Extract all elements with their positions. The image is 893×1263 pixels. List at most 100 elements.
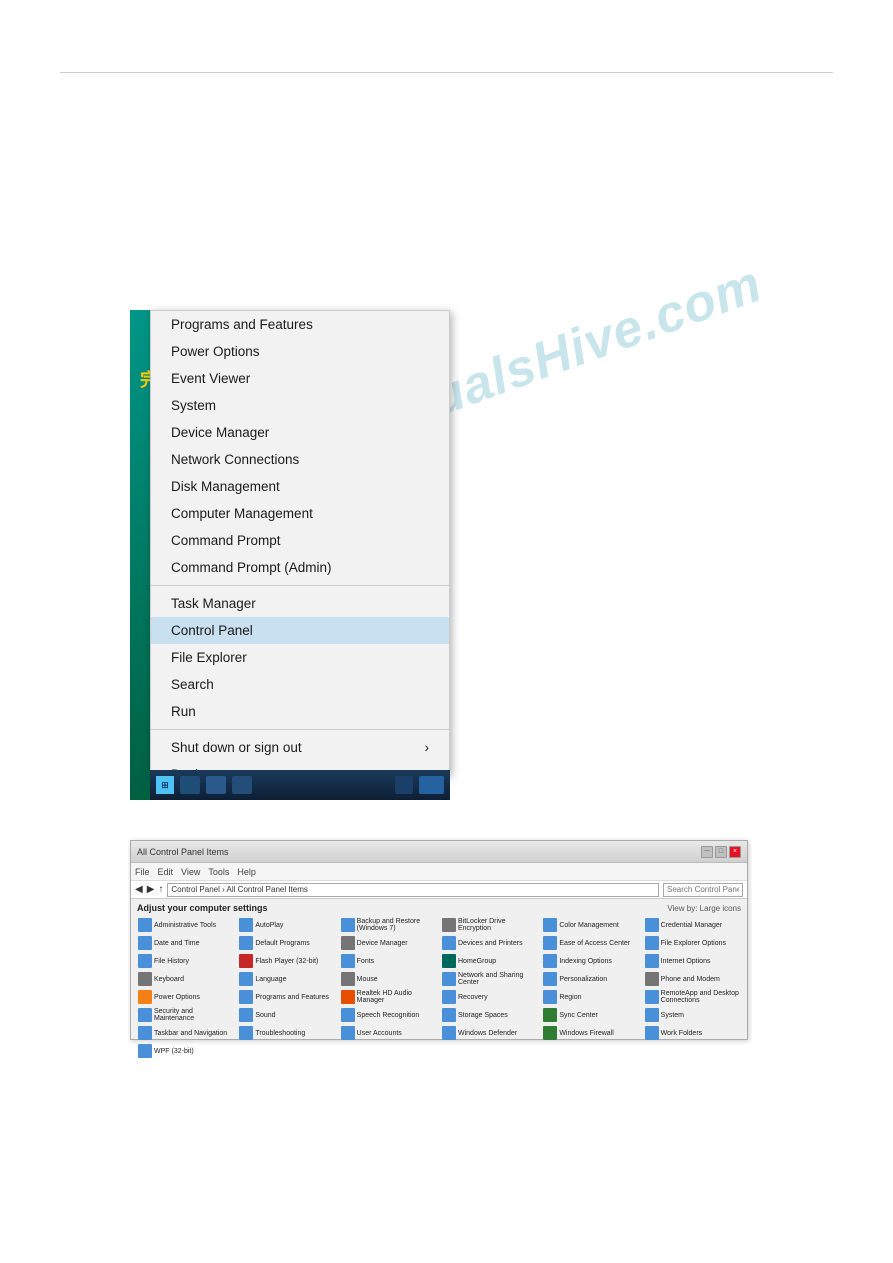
menu-item-search[interactable]: Search — [151, 671, 449, 698]
cp-item-realtek[interactable]: Realtek HD Audio Manager — [340, 989, 437, 1005]
cp-item-region[interactable]: Region — [542, 989, 639, 1005]
cp-item-credential[interactable]: Credential Manager — [644, 917, 741, 933]
cp-item-recovery[interactable]: Recovery — [441, 989, 538, 1005]
menu-item-event-viewer[interactable]: Event Viewer — [151, 365, 449, 392]
menu-item-task-manager[interactable]: Task Manager — [151, 590, 449, 617]
cp-item-admin-tools[interactable]: Administrative Tools — [137, 917, 234, 933]
bitlocker-icon — [442, 918, 456, 932]
cp-item-programs-features[interactable]: Programs and Features — [238, 989, 335, 1005]
cp-item-language[interactable]: Language — [238, 971, 335, 987]
menu-item-programs-features[interactable]: Programs and Features — [151, 311, 449, 338]
menu-view[interactable]: View — [181, 867, 200, 877]
cp-item-storage[interactable]: Storage Spaces — [441, 1007, 538, 1023]
address-field[interactable] — [167, 883, 659, 897]
recovery-icon — [442, 990, 456, 1004]
cp-item-internet-opts[interactable]: Internet Options — [644, 953, 741, 969]
cp-item-devices-printers[interactable]: Devices and Printers — [441, 935, 538, 951]
cp-item-user-accounts[interactable]: User Accounts — [340, 1025, 437, 1041]
cp-item-work-folders[interactable]: Work Folders — [644, 1025, 741, 1041]
devices-printers-icon — [442, 936, 456, 950]
cp-item-autoplay[interactable]: AutoPlay — [238, 917, 335, 933]
cp-titlebar: All Control Panel Items ─ □ × — [131, 841, 747, 863]
close-button[interactable]: × — [729, 846, 741, 858]
menu-item-control-panel[interactable]: Control Panel — [151, 617, 449, 644]
menu-item-network-connections[interactable]: Network Connections — [151, 446, 449, 473]
cp-item-system[interactable]: System — [644, 1007, 741, 1023]
cp-item-network-sharing[interactable]: Network and Sharing Center — [441, 971, 538, 987]
cp-item-flash[interactable]: Flash Player (32-bit) — [238, 953, 335, 969]
taskbar-icon-1[interactable] — [180, 776, 200, 794]
cp-item-speech[interactable]: Speech Recognition — [340, 1007, 437, 1023]
datetime-icon — [138, 936, 152, 950]
cp-item-power-options[interactable]: Power Options — [137, 989, 234, 1005]
menu-item-disk-management[interactable]: Disk Management — [151, 473, 449, 500]
cp-item-datetime[interactable]: Date and Time — [137, 935, 234, 951]
cp-item-security[interactable]: Security and Maintenance — [137, 1007, 234, 1023]
taskbar-nav-icon — [138, 1026, 152, 1040]
cp-item-file-explorer-opts[interactable]: File Explorer Options — [644, 935, 741, 951]
indexing-icon — [543, 954, 557, 968]
personalization-icon — [543, 972, 557, 986]
work-folders-icon — [645, 1026, 659, 1040]
menu-item-command-prompt-admin[interactable]: Command Prompt (Admin) — [151, 554, 449, 581]
cp-item-indexing[interactable]: Indexing Options — [542, 953, 639, 969]
menu-tools[interactable]: Tools — [208, 867, 229, 877]
start-button[interactable]: ⊞ — [156, 776, 174, 794]
search-field[interactable] — [663, 883, 743, 897]
cp-item-default-programs[interactable]: Default Programs — [238, 935, 335, 951]
taskbar-icon-5[interactable] — [419, 776, 444, 794]
menu-edit[interactable]: Edit — [158, 867, 174, 877]
up-btn[interactable]: ↑ — [158, 884, 163, 895]
taskbar-icon-3[interactable] — [232, 776, 252, 794]
menu-item-file-explorer[interactable]: File Explorer — [151, 644, 449, 671]
maximize-button[interactable]: □ — [715, 846, 727, 858]
menu-help[interactable]: Help — [237, 867, 256, 877]
menu-item-computer-management[interactable]: Computer Management — [151, 500, 449, 527]
windows-firewall-icon — [543, 1026, 557, 1040]
cp-item-troubleshoot[interactable]: Troubleshooting — [238, 1025, 335, 1041]
wpf-icon — [138, 1044, 152, 1058]
cp-item-mouse[interactable]: Mouse — [340, 971, 437, 987]
cp-item-file-history[interactable]: File History — [137, 953, 234, 969]
cp-item-phone-modem[interactable]: Phone and Modem — [644, 971, 741, 987]
cp-item-ease-access[interactable]: Ease of Access Center — [542, 935, 639, 951]
cp-item-personalization[interactable]: Personalization — [542, 971, 639, 987]
menu-item-system[interactable]: System — [151, 392, 449, 419]
windows-defender-icon — [442, 1026, 456, 1040]
cp-item-sound[interactable]: Sound — [238, 1007, 335, 1023]
cp-window-controls: ─ □ × — [701, 846, 741, 858]
cp-item-wpf[interactable]: WPF (32-bit) — [137, 1043, 234, 1059]
credential-icon — [645, 918, 659, 932]
cp-item-fonts[interactable]: Fonts — [340, 953, 437, 969]
cp-item-sync[interactable]: Sync Center — [542, 1007, 639, 1023]
context-menu: Programs and Features Power Options Even… — [150, 310, 450, 775]
cp-item-windows-firewall[interactable]: Windows Firewall — [542, 1025, 639, 1041]
menu-item-device-manager[interactable]: Device Manager — [151, 419, 449, 446]
cp-item-backup[interactable]: Backup and Restore (Windows 7) — [340, 917, 437, 933]
cp-item-taskbar-nav[interactable]: Taskbar and Navigation — [137, 1025, 234, 1041]
color-mgmt-icon — [543, 918, 557, 932]
taskbar-icon-4[interactable] — [395, 776, 413, 794]
menu-item-shutdown[interactable]: Shut down or sign out › — [151, 734, 449, 761]
cp-item-keyboard[interactable]: Keyboard — [137, 971, 234, 987]
back-btn[interactable]: ◀ — [135, 884, 143, 895]
menu-item-command-prompt[interactable]: Command Prompt — [151, 527, 449, 554]
region-icon — [543, 990, 557, 1004]
minimize-button[interactable]: ─ — [701, 846, 713, 858]
cp-title: All Control Panel Items — [137, 847, 229, 857]
menu-item-power-options[interactable]: Power Options — [151, 338, 449, 365]
cp-item-device-manager[interactable]: Device Manager — [340, 935, 437, 951]
flash-icon — [239, 954, 253, 968]
taskbar-icon-2[interactable] — [206, 776, 226, 794]
cp-item-windows-defender[interactable]: Windows Defender — [441, 1025, 538, 1041]
cp-item-color-mgmt[interactable]: Color Management — [542, 917, 639, 933]
forward-btn[interactable]: ▶ — [147, 884, 155, 895]
backup-icon — [341, 918, 355, 932]
menu-item-run[interactable]: Run — [151, 698, 449, 725]
storage-icon — [442, 1008, 456, 1022]
cp-item-bitlocker[interactable]: BitLocker Drive Encryption — [441, 917, 538, 933]
cp-item-remoteapp[interactable]: RemoteApp and Desktop Connections — [644, 989, 741, 1005]
cp-item-homegroup[interactable]: HomeGroup — [441, 953, 538, 969]
menu-file[interactable]: File — [135, 867, 150, 877]
admin-tools-icon — [138, 918, 152, 932]
